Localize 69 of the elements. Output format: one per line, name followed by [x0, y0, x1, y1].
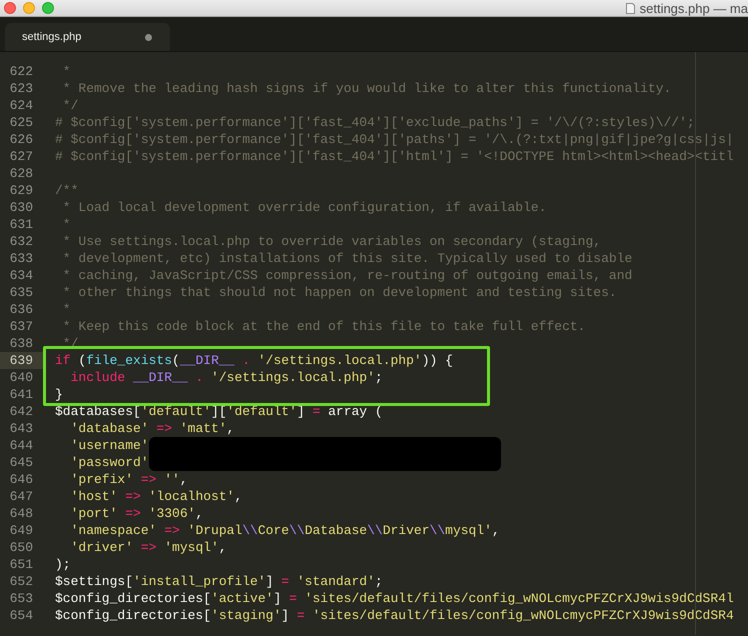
line-number: 633 [8, 250, 34, 267]
code-line: 'prefix' => '', [70, 471, 188, 488]
code-comment: */ [62, 97, 78, 114]
line-number: 654 [8, 607, 34, 624]
code-comment: * [62, 63, 71, 80]
code-line: $config_directories['staging'] = 'sites/default/files/config_wNOLcmycPFZCrXJ9wis9dCdSR4 [54, 607, 734, 624]
code-line: 'host' => 'localhost', [70, 488, 242, 505]
line-number: 626 [8, 131, 34, 148]
code-comment: /** [54, 182, 78, 199]
line-number: 647 [8, 488, 34, 505]
line-number: 651 [8, 556, 34, 573]
line-number: 641 [8, 386, 34, 403]
line-number: 625 [8, 114, 34, 131]
code-comment: # $config['system.performance']['fast_404']['exclude_paths'] = '/\/(?:styles)\//'; [54, 114, 695, 131]
code-line: $config_directories['active'] = 'sites/default/files/config_wNOLcmycPFZCrXJ9wis9dCdSR4l [54, 590, 734, 607]
code-comment: * Keep this code block at the end of this file to take full effect. [62, 318, 586, 335]
code-comment: * Remove the leading hash signs if you would like to alter this functionality. [62, 80, 672, 97]
code-comment: * [62, 216, 71, 233]
close-button[interactable] [4, 2, 16, 14]
line-number: 629 [8, 182, 34, 199]
line-number: 638 [8, 335, 34, 352]
code-line: 'username' [70, 437, 149, 454]
code-comment: * development, etc) installations of this site. Typically used to disable [62, 250, 632, 267]
line-number: 649 [8, 522, 34, 539]
code-line: if (file_exists(__DIR__ . '/settings.local.php')) { [54, 352, 453, 369]
zoom-button[interactable] [42, 2, 54, 14]
line-number: 624 [8, 97, 34, 114]
line-number: 627 [8, 148, 34, 165]
code-comment: # $config['system.performance']['fast_404']['paths'] = '/\.(?:txt|png|gif|jpe?g|css|js| [54, 131, 734, 148]
line-number: 632 [8, 233, 34, 250]
code-line: } [54, 386, 63, 403]
line-number: 628 [8, 165, 34, 182]
code-line: 'database' => 'matt', [70, 420, 234, 437]
line-number: 646 [8, 471, 34, 488]
code-line: 'namespace' => 'Drupal\\Core\\Database\\Driver\\mysql', [70, 522, 500, 539]
line-number: 642 [8, 403, 34, 420]
line-number: 652 [8, 573, 34, 590]
document-icon [626, 2, 635, 14]
code-line: 'password' [70, 454, 149, 471]
line-number: 630 [8, 199, 34, 216]
code-comment: * other things that should not happen on development and testing sites. [62, 284, 617, 301]
line-number: 634 [8, 267, 34, 284]
code-comment: # $config['system.performance']['fast_404']['html'] = '<!DOCTYPE html><html><head><titl [54, 148, 734, 165]
line-number: 643 [8, 420, 34, 437]
line-number: 650 [8, 539, 34, 556]
minimize-button[interactable] [23, 2, 35, 14]
code-line: include __DIR__ . '/settings.local.php'; [70, 369, 383, 386]
line-number: 623 [8, 80, 34, 97]
file-tab[interactable]: settings.php [5, 23, 170, 51]
window-title: settings.php — ma [640, 2, 748, 14]
line-number: 631 [8, 216, 34, 233]
line-number: 644 [8, 437, 34, 454]
code-line: ); [54, 556, 71, 573]
code-comment: * caching, JavaScript/CSS compression, re-routing of outgoing emails, and [62, 267, 632, 284]
line-number: 636 [8, 301, 34, 318]
line-number: 637 [8, 318, 34, 335]
code-comment: * Use settings.local.php to override variables on secondary (staging, [62, 233, 602, 250]
code-line: $settings['install_profile'] = 'standard'; [54, 573, 383, 590]
code-line: 'port' => '3306', [70, 505, 204, 522]
line-number: 622 [8, 63, 34, 80]
code-comment: * [62, 301, 71, 318]
line-number: 635 [8, 284, 34, 301]
line-number: 645 [8, 454, 34, 471]
line-number: 653 [8, 590, 34, 607]
code-comment: * Load local development override configuration, if available. [62, 199, 546, 216]
code-line: 'driver' => 'mysql', [70, 539, 227, 556]
line-number: 639 [0, 352, 45, 369]
line-number: 648 [8, 505, 34, 522]
line-number: 640 [8, 369, 34, 386]
